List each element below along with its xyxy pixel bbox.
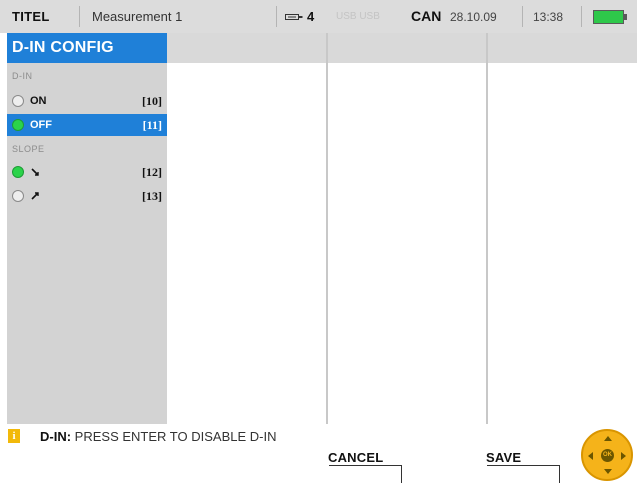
option-key: [12] (142, 165, 162, 179)
config-panel: D-IN CONFIG D-IN ON [10] OFF [11] SLOPE … (7, 33, 167, 424)
app-title: TITEL (12, 9, 50, 24)
option-label: OFF (30, 119, 52, 131)
radio-button[interactable] (12, 95, 24, 107)
status-divider (581, 6, 582, 27)
option-key: [13] (142, 189, 162, 203)
option-slope-rising[interactable]: [13] (7, 185, 167, 207)
radio-button[interactable] (12, 166, 24, 178)
cancel-softkey-bracket (329, 465, 402, 483)
ok-button[interactable]: OK (601, 449, 614, 462)
save-button[interactable]: SAVE (486, 450, 521, 465)
time-display: 13:38 (533, 10, 564, 24)
ok-joystick-icon[interactable]: OK (581, 429, 633, 481)
section-label-slope: SLOPE (12, 144, 45, 154)
battery-tip (624, 14, 627, 20)
radio-button[interactable] (12, 190, 24, 202)
option-key: [10] (142, 94, 162, 108)
rising-edge-icon (31, 192, 39, 200)
panel-title: D-IN CONFIG (7, 33, 167, 63)
channel-count: 4 (307, 9, 315, 24)
status-bar: TITEL Measurement 1 4 USB USB CAN 28.10.… (0, 0, 637, 33)
option-d-in-off[interactable]: OFF [11] (7, 114, 167, 136)
info-text: PRESS ENTER TO DISABLE D-IN (74, 429, 277, 444)
option-slope-falling[interactable]: [12] (7, 161, 167, 183)
save-softkey-bracket (487, 465, 560, 483)
date-display: 28.10.09 (450, 10, 497, 24)
falling-edge-icon (31, 168, 39, 176)
usb-status: USB USB (336, 11, 380, 22)
section-label-d-in: D-IN (12, 71, 33, 81)
option-d-in-on[interactable]: ON [10] (7, 90, 167, 112)
cancel-button[interactable]: CANCEL (328, 450, 383, 465)
bus-indicator: CAN (411, 8, 442, 24)
channel-icon (285, 14, 303, 20)
option-label: ON (30, 95, 47, 107)
arrow-left-icon[interactable] (588, 452, 593, 460)
grid-divider (326, 33, 328, 424)
radio-button[interactable] (12, 119, 24, 131)
grid-header (167, 33, 637, 63)
arrow-right-icon[interactable] (621, 452, 626, 460)
option-key: [11] (142, 118, 162, 132)
info-key: D-IN: (40, 429, 72, 444)
status-divider (79, 6, 80, 27)
info-message: D-IN: PRESS ENTER TO DISABLE D-IN (40, 429, 276, 444)
measurement-name[interactable]: Measurement 1 (92, 9, 182, 24)
arrow-down-icon[interactable] (604, 469, 612, 474)
info-icon: i (8, 429, 20, 443)
status-divider (276, 6, 277, 27)
status-divider (522, 6, 523, 27)
arrow-up-icon[interactable] (604, 436, 612, 441)
battery-icon (593, 10, 624, 24)
grid-divider (486, 33, 488, 424)
